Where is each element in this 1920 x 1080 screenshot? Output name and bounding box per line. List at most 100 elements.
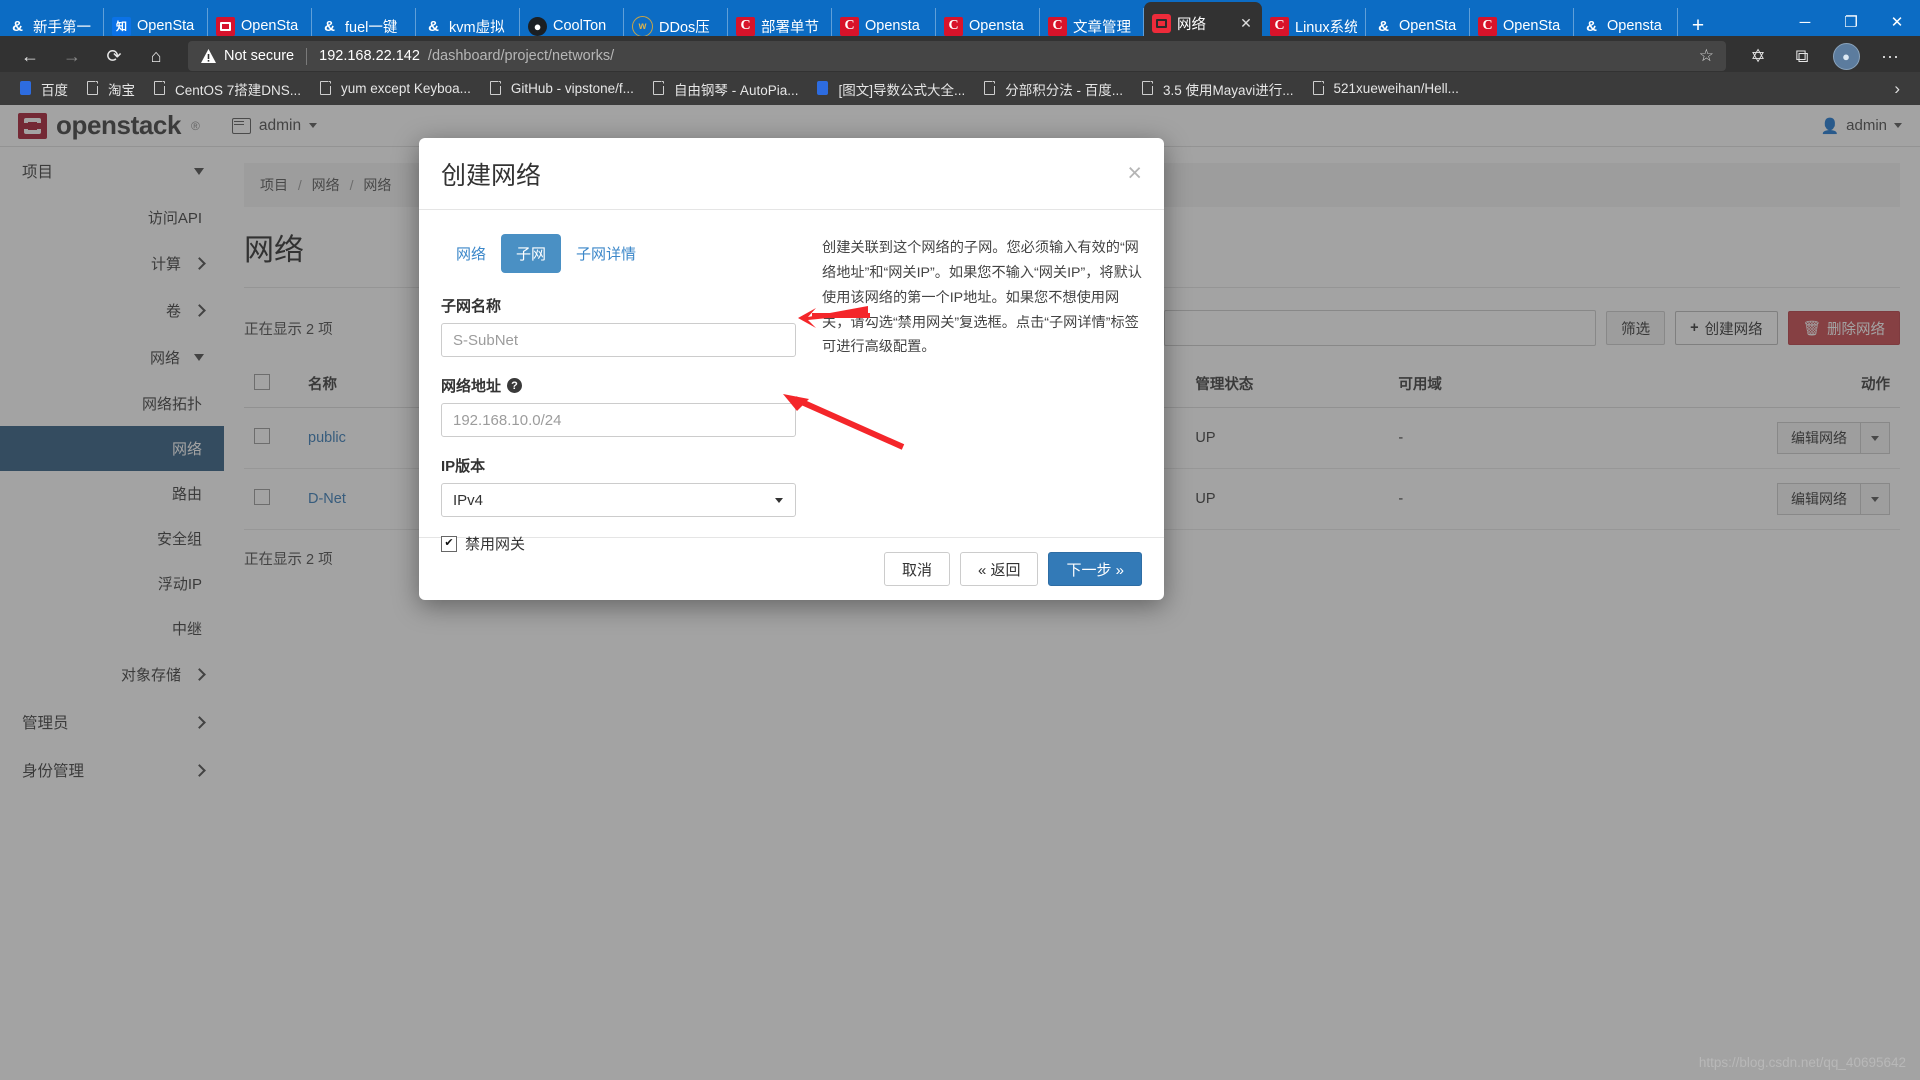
disable-gateway-checkbox[interactable]: ✔ 禁用网关 — [441, 533, 796, 554]
w-icon: w — [632, 15, 653, 37]
page-icon — [1141, 80, 1156, 97]
url-host: 192.168.22.142 — [319, 48, 420, 64]
back-button[interactable]: « 返回 — [959, 552, 1039, 586]
csdn-icon: C — [1478, 16, 1497, 36]
zhihu-icon: 知 — [112, 16, 131, 36]
bookmarks-overflow-icon[interactable]: › — [1884, 79, 1910, 99]
page-icon — [983, 80, 998, 97]
csdn-icon: C — [736, 16, 755, 36]
page-icon — [652, 80, 667, 97]
warning-triangle-icon — [201, 49, 216, 63]
home-icon[interactable]: ⌂ — [136, 40, 176, 72]
github-icon: ● — [528, 16, 547, 36]
openstack-icon — [216, 16, 235, 36]
network-address-value: 192.168.10.0/24 — [453, 411, 562, 429]
browser-tab-label: OpenSta — [137, 18, 195, 34]
modal-tab-1[interactable]: 子网 — [501, 234, 562, 273]
bookmark-item[interactable]: GitHub - vipstone/f... — [480, 77, 643, 101]
ip-version-select[interactable]: IPv4 — [441, 483, 796, 517]
close-tab-icon[interactable]: ✕ — [1238, 15, 1254, 31]
modal-help-text: 创建关联到这个网络的子网。您必须输入有效的“网络地址”和“网关IP”。如果您不输… — [822, 240, 1142, 356]
bookmark-label: 百度 — [41, 82, 68, 98]
browser-tab-label: OpenSta — [1399, 18, 1457, 34]
bookmark-item[interactable]: yum except Keyboa... — [310, 77, 480, 101]
ip-version-label: IP版本 — [441, 458, 486, 475]
omnibox-divider — [306, 47, 308, 65]
close-icon[interactable]: × — [1127, 161, 1142, 186]
bookmark-item[interactable]: 自由钢琴 - AutoPia... — [643, 75, 808, 103]
person-icon: & — [324, 17, 335, 35]
subnet-name-input[interactable]: S-SubNet — [441, 323, 796, 357]
csdn-icon: C — [1048, 16, 1067, 36]
browser-tab-label: OpenSta — [1503, 18, 1561, 34]
modal-tab-0[interactable]: 网络 — [441, 234, 501, 273]
ip-version-value: IPv4 — [453, 491, 484, 509]
page-icon — [489, 80, 504, 97]
navigation-toolbar: ← → ⟳ ⌂ Not secure 192.168.22.142 /dashb… — [0, 36, 1920, 76]
watermark: https://blog.csdn.net/qq_40695642 — [1698, 1055, 1906, 1070]
browser-tab-label: Opensta — [865, 18, 920, 34]
subnet-name-label: 子网名称 — [441, 298, 502, 315]
page-icon — [153, 80, 168, 97]
browser-tab-label: fuel一键 — [345, 19, 398, 36]
csdn-icon: C — [944, 16, 963, 36]
browser-tab-label: Opensta — [1607, 18, 1662, 34]
settings-more-icon[interactable]: ··· — [1870, 40, 1910, 72]
address-bar[interactable]: Not secure 192.168.22.142 /dashboard/pro… — [188, 41, 1726, 71]
collections-icon[interactable]: ✡ — [1738, 40, 1778, 72]
bookmark-item[interactable]: [图文]导数公式大全... — [807, 75, 974, 103]
disable-gateway-label: 禁用网关 — [465, 536, 526, 553]
bookmark-item[interactable]: 3.5 使用Mayavi进行... — [1132, 75, 1303, 103]
bookmarks-bar: 百度 淘宝 CentOS 7搭建DNS... yum except Keyboa...… — [0, 72, 1920, 105]
browser-tab-label: CoolTon — [553, 18, 607, 34]
next-button[interactable]: 下一步 » — [1048, 552, 1142, 586]
browser-tab-label: Opensta — [969, 18, 1024, 34]
checkbox-icon: ✔ — [441, 535, 457, 552]
person-icon: & — [428, 17, 439, 35]
question-mark-icon[interactable]: ? — [507, 378, 523, 393]
reload-icon[interactable]: ⟳ — [94, 40, 134, 72]
page-icon — [1312, 80, 1327, 97]
back-icon[interactable]: ← — [10, 40, 50, 72]
favorite-star-icon[interactable]: ☆ — [1699, 46, 1714, 66]
tab-actions-icon[interactable]: ⧉ — [1782, 40, 1822, 72]
browser-tab-label: 文章管理 — [1073, 19, 1131, 36]
openstack-icon — [1152, 13, 1171, 33]
page-icon — [319, 80, 334, 97]
create-network-modal: 创建网络 × 网络 子网 子网详情 子网名称 S-SubNet 网络地址 ? 192… — [419, 138, 1164, 600]
browser-tab-label: 网络 — [1177, 16, 1206, 33]
bookmark-item[interactable]: 百度 — [10, 75, 77, 103]
browser-tab-label: 部署单节 — [761, 19, 819, 36]
csdn-icon: C — [1270, 16, 1289, 36]
browser-tab-label: OpenSta — [241, 18, 299, 34]
browser-window: & 新手第一知 OpenSta OpenSta & fuel一键 & kvm虚拟 ● CoolTo… — [0, 0, 1920, 1080]
toolbar-icons: ✡ ⧉ ● ··· — [1738, 40, 1910, 72]
bookmark-item[interactable]: CentOS 7搭建DNS... — [144, 75, 310, 103]
modal-body: 网络 子网 子网详情 子网名称 S-SubNet 网络地址 ? 192.168.10… — [419, 210, 1164, 553]
browser-tab-label: Linux系统 — [1295, 19, 1357, 36]
security-label: Not secure — [224, 48, 295, 64]
browser-tab-label: DDos压 — [659, 19, 710, 36]
bookmark-item[interactable]: 淘宝 — [77, 75, 144, 103]
url-path: /dashboard/project/networks/ — [427, 48, 615, 64]
bookmark-label: 淘宝 — [108, 82, 135, 98]
bookmark-label: GitHub - vipstone/f... — [510, 81, 634, 96]
bookmark-item[interactable]: 521xueweihan/Hell... — [1303, 77, 1468, 101]
bookmark-label: yum except Keyboa... — [341, 81, 471, 96]
modal-tab-2[interactable]: 子网详情 — [561, 234, 651, 273]
avatar-glyph: ● — [1842, 48, 1850, 64]
bookmark-label: [图文]导数公式大全... — [838, 82, 966, 98]
bookmark-item[interactable]: 分部积分法 - 百度... — [974, 75, 1132, 103]
profile-avatar[interactable]: ● — [1826, 40, 1866, 72]
bookmark-label: 分部积分法 - 百度... — [1005, 82, 1123, 98]
bookmark-label: 3.5 使用Mayavi进行... — [1163, 82, 1294, 98]
person-icon: & — [1586, 17, 1597, 35]
csdn-icon: C — [840, 16, 859, 36]
network-address-input[interactable]: 192.168.10.0/24 — [441, 403, 796, 437]
network-address-label: 网络地址 ? — [441, 375, 796, 396]
cancel-button[interactable]: 取消 — [883, 552, 950, 586]
bookmark-label: CentOS 7搭建DNS... — [175, 82, 302, 98]
forward-icon[interactable]: → — [52, 40, 92, 72]
security-indicator[interactable]: Not secure — [200, 48, 294, 64]
browser-tab-label: 新手第一 — [33, 19, 91, 36]
